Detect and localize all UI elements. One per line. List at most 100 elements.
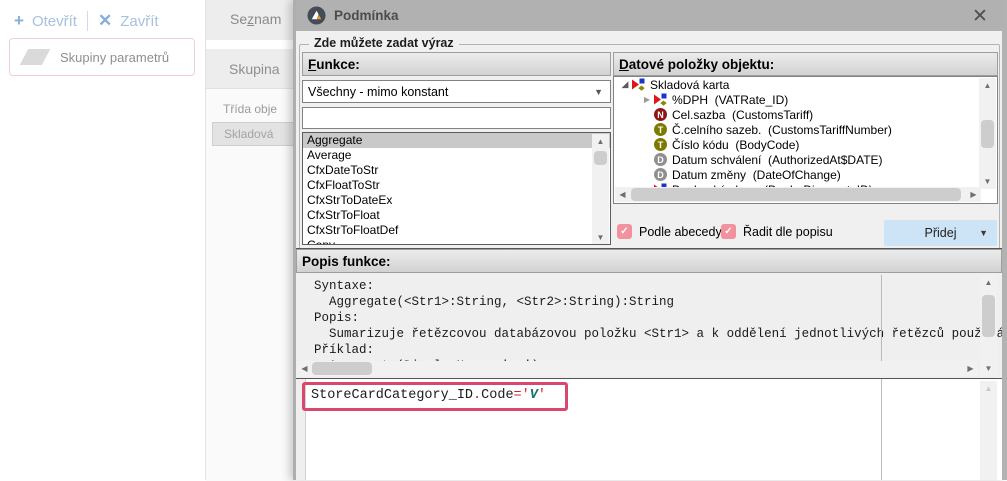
field-type-T-icon: T (654, 123, 667, 136)
scroll-down-icon[interactable]: ▼ (592, 230, 609, 245)
tab-strip (206, 40, 294, 49)
tree-item-label: Datum schválení (AuthorizedAt$DATE) (672, 153, 883, 167)
field-type-N-icon: N (654, 108, 667, 121)
function-list-item[interactable]: Aggregate (303, 133, 610, 148)
abra-logo-icon (307, 6, 326, 25)
expression-text: StoreCardCategory_ID.Code='V' (311, 388, 546, 403)
left-panel: + Otevřít ✕ Zavřít Skupiny parametrů (0, 0, 205, 480)
scroll-down-icon[interactable]: ▼ (979, 174, 996, 189)
function-list-item[interactable]: CfxFloatToStr (303, 178, 610, 193)
parameter-groups-label: Skupiny parametrů (60, 50, 169, 65)
scrollbar-thumb[interactable] (981, 120, 994, 148)
detail-panel: Třída obje Skladová (206, 88, 294, 481)
scroll-right-icon[interactable]: ▶ (966, 187, 981, 202)
tree-item[interactable]: N Cel.sazba (CustomsTariff) (614, 107, 997, 122)
field-type-D-icon: D (654, 168, 667, 181)
checkbox-sort-row: ✓ Řadit dle popisu (721, 224, 833, 239)
tree-vertical-scrollbar[interactable]: ▲ ▼ (979, 78, 996, 189)
function-list-scrollbar[interactable]: ▲ ▼ (592, 134, 609, 245)
function-list-item[interactable]: Copy (303, 238, 610, 245)
scrollbar-thumb[interactable] (594, 151, 607, 165)
chevron-expanded-icon[interactable]: ◢ (618, 79, 632, 90)
chevron-down-icon: ▼ (979, 228, 988, 238)
middle-column: Seznam Skupina Třída obje Skladová (205, 0, 294, 480)
checkbox-alphabet[interactable]: ✓ (617, 224, 632, 239)
tree-item[interactable]: ◢ Skladová karta (614, 77, 997, 92)
scroll-up-icon[interactable]: ▲ (980, 275, 997, 290)
margin-guide (881, 379, 882, 480)
checkbox-sort-label: Řadit dle popisu (743, 225, 833, 239)
scroll-up-icon[interactable]: ▲ (592, 134, 609, 149)
close-window-button[interactable]: ✕ Zavřít (98, 11, 159, 31)
scrollbar-thumb[interactable] (312, 362, 372, 375)
condition-dialog: Podmínka ✕ Zde můžete zadat výraz Funkce… (293, 0, 1007, 480)
function-list-item[interactable]: Average (303, 148, 610, 163)
dialog-titlebar: Podmínka ✕ (296, 0, 1002, 31)
function-list-item[interactable]: CfxStrToFloat (303, 208, 610, 223)
object-class-label: Třída obje (223, 102, 277, 116)
scroll-down-icon[interactable]: ▼ (980, 361, 997, 376)
toolbar: + Otevřít ✕ Zavřít (14, 8, 159, 34)
dialog-body: Zde můžete zadat výraz Funkce: Všechny -… (296, 31, 1002, 480)
x-icon: ✕ (98, 11, 112, 31)
tree-item[interactable]: D Datum změny (DateOfChange) (614, 167, 997, 182)
description-horizontal-scrollbar[interactable]: ◀ ▶ (297, 361, 978, 376)
tree-item-label: Cel.sazba (CustomsTariff) (672, 108, 813, 122)
application-window: + Otevřít ✕ Zavřít Skupiny parametrů Sez… (0, 0, 1007, 480)
checkbox-sort[interactable]: ✓ (721, 224, 736, 239)
tree-item-label: Číslo kódu (BodyCode) (672, 138, 799, 152)
data-items-header: Datové položky objektu: (613, 52, 998, 76)
scroll-left-icon[interactable]: ◀ (615, 187, 630, 202)
dialog-close-icon[interactable]: ✕ (968, 4, 992, 28)
checkbox-alphabet-row: ✓ Podle abecedy (617, 224, 722, 239)
parameter-groups-card[interactable]: Skupiny parametrů (9, 38, 195, 76)
tab-seznam[interactable]: Seznam (230, 11, 281, 27)
slant-icon (20, 49, 51, 65)
data-items-tree: ◢ Skladová karta ▶ %DPH (VATRate_ID) N Cel.sa… (613, 76, 998, 204)
function-list-item[interactable]: CfxStrToDateEx (303, 193, 610, 208)
scrollbar-thumb[interactable] (631, 188, 961, 201)
tree-item-label: %DPH (VATRate_ID) (672, 93, 788, 107)
add-button-label: Přidej (925, 226, 957, 240)
close-button-label: Zavřít (120, 13, 158, 30)
chevron-collapsed-icon[interactable]: ▶ (640, 95, 654, 104)
tree-item[interactable]: ▶ %DPH (VATRate_ID) (614, 92, 997, 107)
dialog-title: Podmínka (334, 8, 399, 23)
scroll-left-icon[interactable]: ◀ (297, 361, 312, 376)
scroll-right-icon[interactable]: ▶ (963, 361, 978, 376)
function-filter-combobox[interactable]: Všechny - mimo konstant ▼ (302, 80, 611, 103)
tree-item[interactable]: D Datum schválení (AuthorizedAt$DATE) (614, 152, 997, 167)
margin-guide (881, 275, 882, 361)
tree-horizontal-scrollbar[interactable]: ◀ ▶ (615, 187, 981, 202)
scroll-up-icon[interactable]: ▲ (979, 78, 996, 93)
skupina-label: Skupina (229, 61, 280, 77)
object-icon (654, 93, 667, 106)
function-description-header: Popis funkce: (296, 249, 1002, 273)
function-list-item[interactable]: CfxDateToStr (303, 163, 610, 178)
field-type-D-icon: D (654, 153, 667, 166)
description-vertical-scrollbar[interactable]: ▲ ▼ (980, 275, 997, 376)
toolbar-divider (87, 11, 88, 31)
add-button[interactable]: Přidej ▼ (884, 220, 997, 246)
function-list-item[interactable]: CfxStrToFloatDef (303, 223, 610, 238)
object-class-field[interactable]: Skladová (212, 122, 298, 146)
scrollbar-thumb[interactable] (982, 295, 995, 337)
combobox-value: Všechny - mimo konstant (308, 85, 448, 99)
object-icon (632, 78, 645, 91)
scroll-up-icon[interactable]: ▲ (980, 381, 997, 396)
condition-editor[interactable]: StoreCardCategory_ID.Code='V' ▲ (296, 379, 1002, 480)
tree-item-label: Skladová karta (650, 78, 729, 92)
tree-item-label: Datum změny (DateOfChange) (672, 168, 841, 182)
editor-vertical-scrollbar[interactable]: ▲ (980, 381, 997, 480)
tree-item-label: Č.celního sazeb. (CustomsTariffNumber) (672, 123, 892, 137)
function-search-input[interactable] (302, 107, 611, 129)
field-type-T-icon: T (654, 138, 667, 151)
open-button[interactable]: + Otevřít (14, 11, 77, 31)
functions-header: Funkce: (302, 52, 611, 76)
tree-item[interactable]: T Číslo kódu (BodyCode) (614, 137, 997, 152)
chevron-down-icon: ▼ (594, 87, 603, 97)
function-description-text: Syntaxe: Aggregate(<Str1>:String, <Str2>… (314, 278, 1002, 374)
tree-item[interactable]: T Č.celního sazeb. (CustomsTariffNumber) (614, 122, 997, 137)
groupbox-label: Zde můžete zadat výraz (309, 36, 459, 50)
checkbox-alphabet-label: Podle abecedy (639, 225, 722, 239)
